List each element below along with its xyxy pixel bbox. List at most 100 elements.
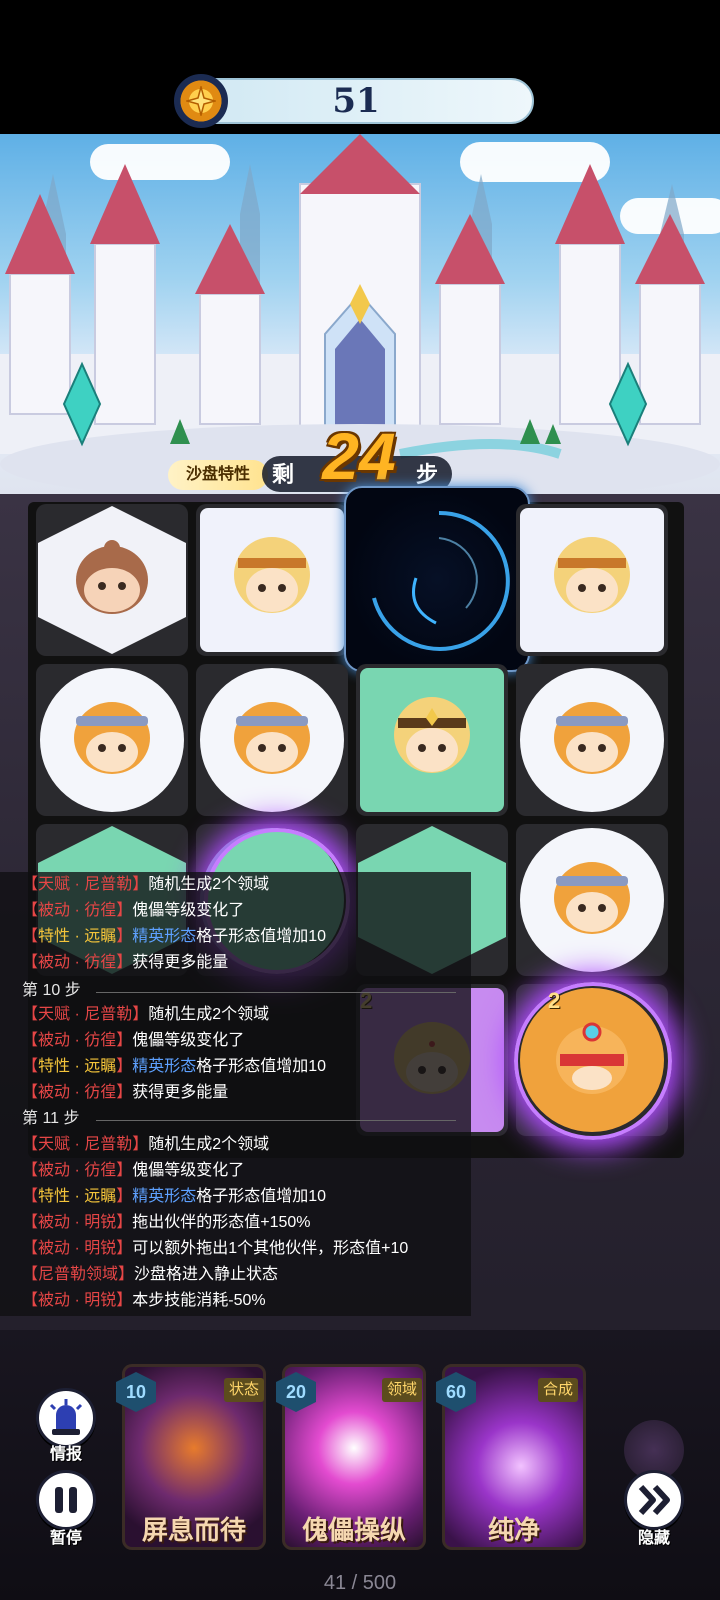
steps-remaining: 24 [322, 419, 396, 493]
log-text: 格子形态值增加10 [196, 1188, 327, 1205]
bracket: 】 [116, 1292, 133, 1309]
board-cell[interactable] [516, 824, 668, 976]
blonde-hero-face-icon [394, 697, 470, 773]
log-tag: 特性 · 远瞩 [38, 1188, 117, 1205]
board-cell[interactable] [516, 504, 668, 656]
log-line: 【被动 · 彷徨】傀儡等级变化了 [22, 900, 244, 922]
bracket: 【 [22, 1188, 39, 1205]
log-text: 获得更多能量 [132, 954, 229, 971]
card-type: 合成 [538, 1378, 579, 1402]
bracket: 【 [22, 1162, 39, 1179]
log-line: 【特性 · 远瞩】精英形态格子形态值增加10 [22, 1186, 326, 1208]
bracket: 】 [116, 1214, 133, 1231]
monkey-king-face-icon [554, 702, 630, 774]
step-divider [96, 1120, 456, 1121]
sandbox-trait-label[interactable]: 沙盘特性 [168, 460, 268, 490]
log-tag: 尼普勒领域 [38, 1266, 119, 1283]
log-line: 【特性 · 远瞩】精英形态格子形态值增加10 [22, 926, 326, 948]
log-tag: 被动 · 明锐 [38, 1214, 117, 1231]
bracket: 】 [132, 1006, 149, 1023]
board-cell[interactable] [196, 504, 348, 656]
vortex-icon [372, 510, 510, 651]
board-cell[interactable] [356, 664, 508, 816]
log-line: 【被动 · 明锐】本步技能消耗-50% [22, 1290, 266, 1312]
bracket: 】 [116, 954, 133, 971]
log-line: 【特性 · 远瞩】精英形态格子形态值增加10 [22, 1056, 326, 1078]
log-line: 【天赋 · 尼普勒】随机生成2个领域 [22, 1004, 269, 1026]
step-header: 第 11 步 [22, 1110, 80, 1127]
hide-label: 隐藏 [637, 1530, 670, 1547]
log-tag: 被动 · 明锐 [38, 1292, 117, 1309]
bracket: 】 [116, 928, 133, 945]
bracket: 】 [116, 1058, 133, 1075]
bracket: 】 [118, 1266, 135, 1283]
card-type: 领域 [382, 1378, 423, 1402]
pause-button[interactable] [36, 1470, 96, 1530]
log-tag: 天赋 · 尼普勒 [38, 1136, 133, 1153]
bracket: 【 [22, 1214, 39, 1231]
log-line: 【被动 · 彷徨】傀儡等级变化了 [22, 1030, 244, 1052]
bracket: 【 [22, 928, 39, 945]
log-line: 【尼普勒领域】沙盘格进入静止状态 [22, 1264, 278, 1286]
log-highlight: 精英形态 [132, 928, 197, 945]
log-text: 拖出伙伴的形态值+150% [132, 1214, 311, 1231]
bracket: 【 [22, 1292, 39, 1309]
bracket: 【 [22, 1084, 39, 1101]
board-cell[interactable] [36, 504, 188, 656]
bracket: 】 [132, 1136, 149, 1153]
log-tag: 被动 · 彷徨 [38, 1084, 117, 1101]
purple-glow-effect [514, 982, 672, 1140]
pause-icon [55, 1487, 77, 1513]
vortex-cell[interactable] [344, 486, 530, 672]
siren-icon [49, 1399, 83, 1435]
hide-button[interactable] [624, 1470, 684, 1530]
bracket: 】 [116, 1084, 133, 1101]
monkey-king-face-icon [554, 862, 630, 934]
log-text: 傀儡等级变化了 [132, 1162, 245, 1179]
bracket: 】 [116, 1188, 133, 1205]
log-text: 随机生成2个领域 [148, 1006, 270, 1023]
log-line: 【被动 · 彷徨】获得更多能量 [22, 1082, 228, 1104]
log-tag: 被动 · 明锐 [38, 1240, 117, 1257]
bracket: 【 [22, 876, 39, 893]
log-text: 本步技能消耗-50% [132, 1292, 266, 1309]
board-cell[interactable] [196, 664, 348, 816]
bracket: 【 [22, 1032, 39, 1049]
board-cell[interactable] [36, 664, 188, 816]
score-value: 51 [332, 81, 380, 121]
bracket: 【 [22, 1006, 39, 1023]
step-divider [96, 992, 456, 993]
energy-counter: 41 / 500 [323, 1572, 397, 1594]
log-line: 【被动 · 彷徨】获得更多能量 [22, 952, 228, 974]
log-text: 随机生成2个领域 [148, 876, 270, 893]
bracket: 【 [22, 1136, 39, 1153]
card-name: 傀儡操纵 [301, 1515, 406, 1545]
log-text: 沙盘格进入静止状态 [134, 1266, 279, 1283]
log-line: 【被动 · 明锐】拖出伙伴的形态值+150% [22, 1212, 311, 1234]
log-text: 可以额外拖出1个其他伙伴，形态值+10 [132, 1240, 409, 1257]
level-badge: 2 [548, 988, 561, 1013]
log-line: 【被动 · 彷徨】傀儡等级变化了 [22, 1160, 244, 1182]
card-type: 状态 [224, 1378, 265, 1402]
log-text: 获得更多能量 [132, 1084, 229, 1101]
log-line: 【天赋 · 尼普勒】随机生成2个领域 [22, 874, 269, 896]
bracket: 【 [22, 954, 39, 971]
bracket: 【 [22, 1058, 39, 1075]
info-button[interactable] [36, 1388, 96, 1448]
bracket: 【 [22, 1240, 39, 1257]
monkey-king-face-icon [74, 702, 150, 774]
bracket: 】 [132, 876, 149, 893]
blonde-hero-face-icon [554, 537, 630, 613]
log-text: 格子形态值增加10 [196, 1058, 327, 1075]
pause-label: 暂停 [49, 1530, 82, 1547]
log-tag: 被动 · 彷徨 [38, 1162, 117, 1179]
steps-prefix: 剩 [272, 462, 295, 487]
bracket: 】 [116, 1162, 133, 1179]
log-tag: 被动 · 彷徨 [38, 902, 117, 919]
bracket: 【 [22, 902, 39, 919]
log-tag: 特性 · 远瞩 [38, 1058, 117, 1075]
board-cell[interactable] [516, 664, 668, 816]
log-highlight: 精英形态 [132, 1058, 197, 1075]
double-chevron-right-icon [638, 1484, 670, 1516]
log-line: 【被动 · 明锐】可以额外拖出1个其他伙伴，形态值+10 [22, 1238, 408, 1260]
